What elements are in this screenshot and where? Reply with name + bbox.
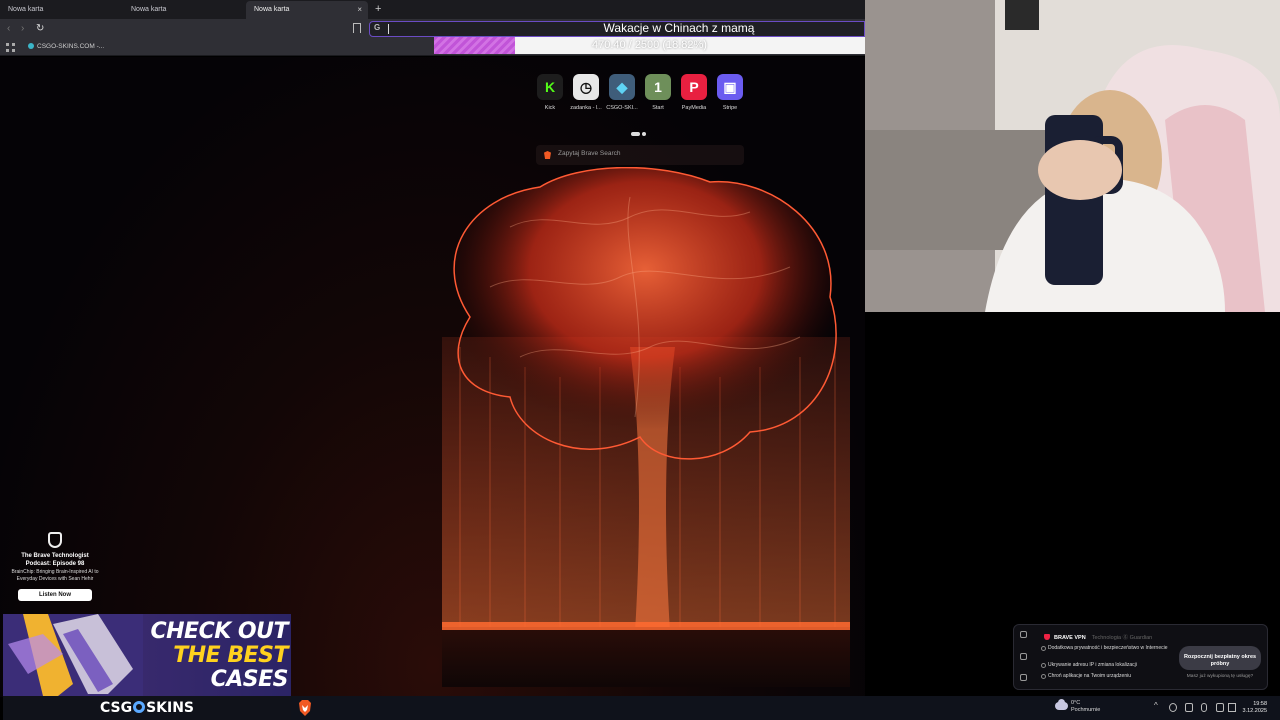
logo-left: CSG (99, 700, 133, 716)
vpn-side-icons (1014, 625, 1034, 689)
weather-desc: Pochmurnie (1071, 707, 1101, 713)
gear-icon (133, 701, 146, 713)
top-sites-pager[interactable] (631, 123, 648, 141)
stripe-icon: ▣ (717, 74, 743, 100)
promo-subtitle: BrainChip: Bringing Brain-Inspired AI to… (11, 569, 99, 582)
csgo-favicon-icon (28, 43, 34, 49)
ad-line-1: CHECK OUT (150, 619, 288, 644)
shield-icon[interactable] (1020, 631, 1027, 638)
network-off-icon[interactable] (1185, 703, 1193, 712)
tab-label: Nowa karta (254, 6, 290, 13)
vpn-feature: Dodatkowa prywatność i bezpieczeństwo w … (1041, 645, 1168, 651)
csgo-skins-icon: ◆ (609, 74, 635, 100)
brave-vpn-popup: BRAVE VPN Technologia ⓖ Guardian Dodatkow… (1013, 624, 1268, 690)
logo-right: SKINS (146, 700, 195, 716)
close-tab-icon[interactable]: × (357, 1, 362, 18)
tab-strip: Nowa karta Nowa karta Nowa karta × + (0, 0, 865, 19)
promo-title: The Brave Technologist Podcast: Episode … (21, 553, 89, 567)
top-site-label: Stripe (722, 105, 738, 111)
goal-progress-bar: 470.40 / 2500 (18.82%) (434, 37, 865, 54)
ad-headline: CHECK OUT THE BEST CASES (133, 620, 288, 692)
listen-now-button[interactable]: Listen Now (18, 589, 92, 601)
text-caret (388, 24, 389, 34)
brave-lion-icon (544, 151, 551, 159)
csgo-skins-logo: CSG SKINS (3, 696, 291, 720)
microphone-icon[interactable] (1201, 703, 1207, 712)
csgo-skins-ad-image[interactable]: CHECK OUT THE BEST CASES (3, 614, 291, 696)
wifi-icon[interactable] (1216, 703, 1224, 712)
sync-icon[interactable] (1169, 703, 1177, 712)
paymedia-icon: P (681, 74, 707, 100)
forward-icon[interactable]: › (21, 22, 24, 36)
brave-logo-icon (48, 532, 62, 548)
taskbar: 0°C Pochmurnie ^ 19:58 3.12.2025 (291, 696, 1280, 720)
podcast-promo-card: The Brave Technologist Podcast: Episode … (10, 532, 100, 601)
ntp-search-box[interactable]: Zapytaj Brave Search (536, 145, 744, 165)
tab-label: Nowa karta (131, 6, 167, 13)
brave-browser-icon[interactable] (298, 700, 312, 716)
vpn-header: BRAVE VPN Technologia ⓖ Guardian (1044, 633, 1152, 641)
bookmark-csgo-skins[interactable]: CSGO-SKINS.COM -... (28, 42, 104, 52)
ad-line-3: CASES (210, 667, 289, 692)
vpn-title: BRAVE VPN (1054, 635, 1086, 641)
search-engine-icon: G (374, 23, 381, 32)
weather-temp: 0°C (1071, 700, 1081, 706)
weather-widget[interactable]: 0°C Pochmurnie (1055, 699, 1101, 714)
device-icon[interactable] (1020, 674, 1027, 681)
reload-icon[interactable]: ↻ (36, 22, 44, 36)
top-site-tile[interactable]: 1 Start (644, 74, 672, 111)
search-placeholder: Zapytaj Brave Search (558, 150, 621, 157)
vpn-tech: Technologia ⓖ Guardian (1091, 635, 1153, 641)
vpn-feature: Chroń aplikacje na Twoim urządzeniu (1041, 673, 1168, 679)
goal-title: Wakacje w Chinach z mamą (603, 21, 755, 35)
volume-icon[interactable] (1228, 703, 1236, 712)
top-site-tile[interactable]: ▣ Stripe (716, 74, 744, 111)
start-trial-button[interactable]: Rozpocznij bezpłatny okres próbny (1179, 646, 1261, 670)
vpn-shield-icon (1044, 634, 1050, 640)
tray-expand-icon[interactable]: ^ (1154, 701, 1162, 710)
top-site-tile[interactable]: ◆ CSGO-SKI... (606, 74, 638, 111)
alert-icon[interactable] (1020, 653, 1027, 660)
tab-2[interactable]: Nowa karta (123, 1, 243, 19)
cloud-icon (1055, 699, 1068, 710)
new-tab-button[interactable]: + (375, 2, 381, 16)
ad-line-2: THE BEST (173, 643, 288, 668)
system-clock[interactable]: 19:58 3.12.2025 (1237, 701, 1267, 715)
top-site-tile[interactable]: P PayMedia (680, 74, 708, 111)
vpn-feature: Ukrywanie adresu IP i zmiana lokalizacji (1041, 662, 1168, 668)
top-site-tile[interactable]: K Kick (536, 74, 564, 111)
back-icon[interactable]: ‹ (7, 22, 10, 36)
brain-wallpaper-image (442, 167, 850, 687)
already-purchased-link[interactable]: Masz już wykupioną tę usługę? (1176, 674, 1264, 679)
bookmark-icon[interactable] (353, 23, 361, 33)
tab-label: Nowa karta (8, 6, 44, 13)
start-icon: 1 (645, 74, 671, 100)
new-tab-page: K Kick ◷ zadanka - l... ◆ CSGO-SKI... 1 Start P P… (0, 57, 865, 697)
zadanka-icon: ◷ (573, 74, 599, 100)
bookmark-label: CSGO-SKINS.COM -... (37, 43, 105, 50)
top-site-tile[interactable]: ◷ zadanka - l... (570, 74, 602, 111)
tab-3-active[interactable]: Nowa karta × (246, 1, 368, 19)
goal-progress-text: 470.40 / 2500 (18.82%) (592, 39, 707, 51)
kick-icon: K (537, 74, 563, 100)
webcam-feed-image (865, 0, 1280, 312)
tab-1[interactable]: Nowa karta (0, 1, 120, 19)
clock-time: 19:58 (1253, 701, 1267, 707)
clock-date: 3.12.2025 (1242, 708, 1267, 714)
apps-grid-icon[interactable] (6, 43, 15, 52)
